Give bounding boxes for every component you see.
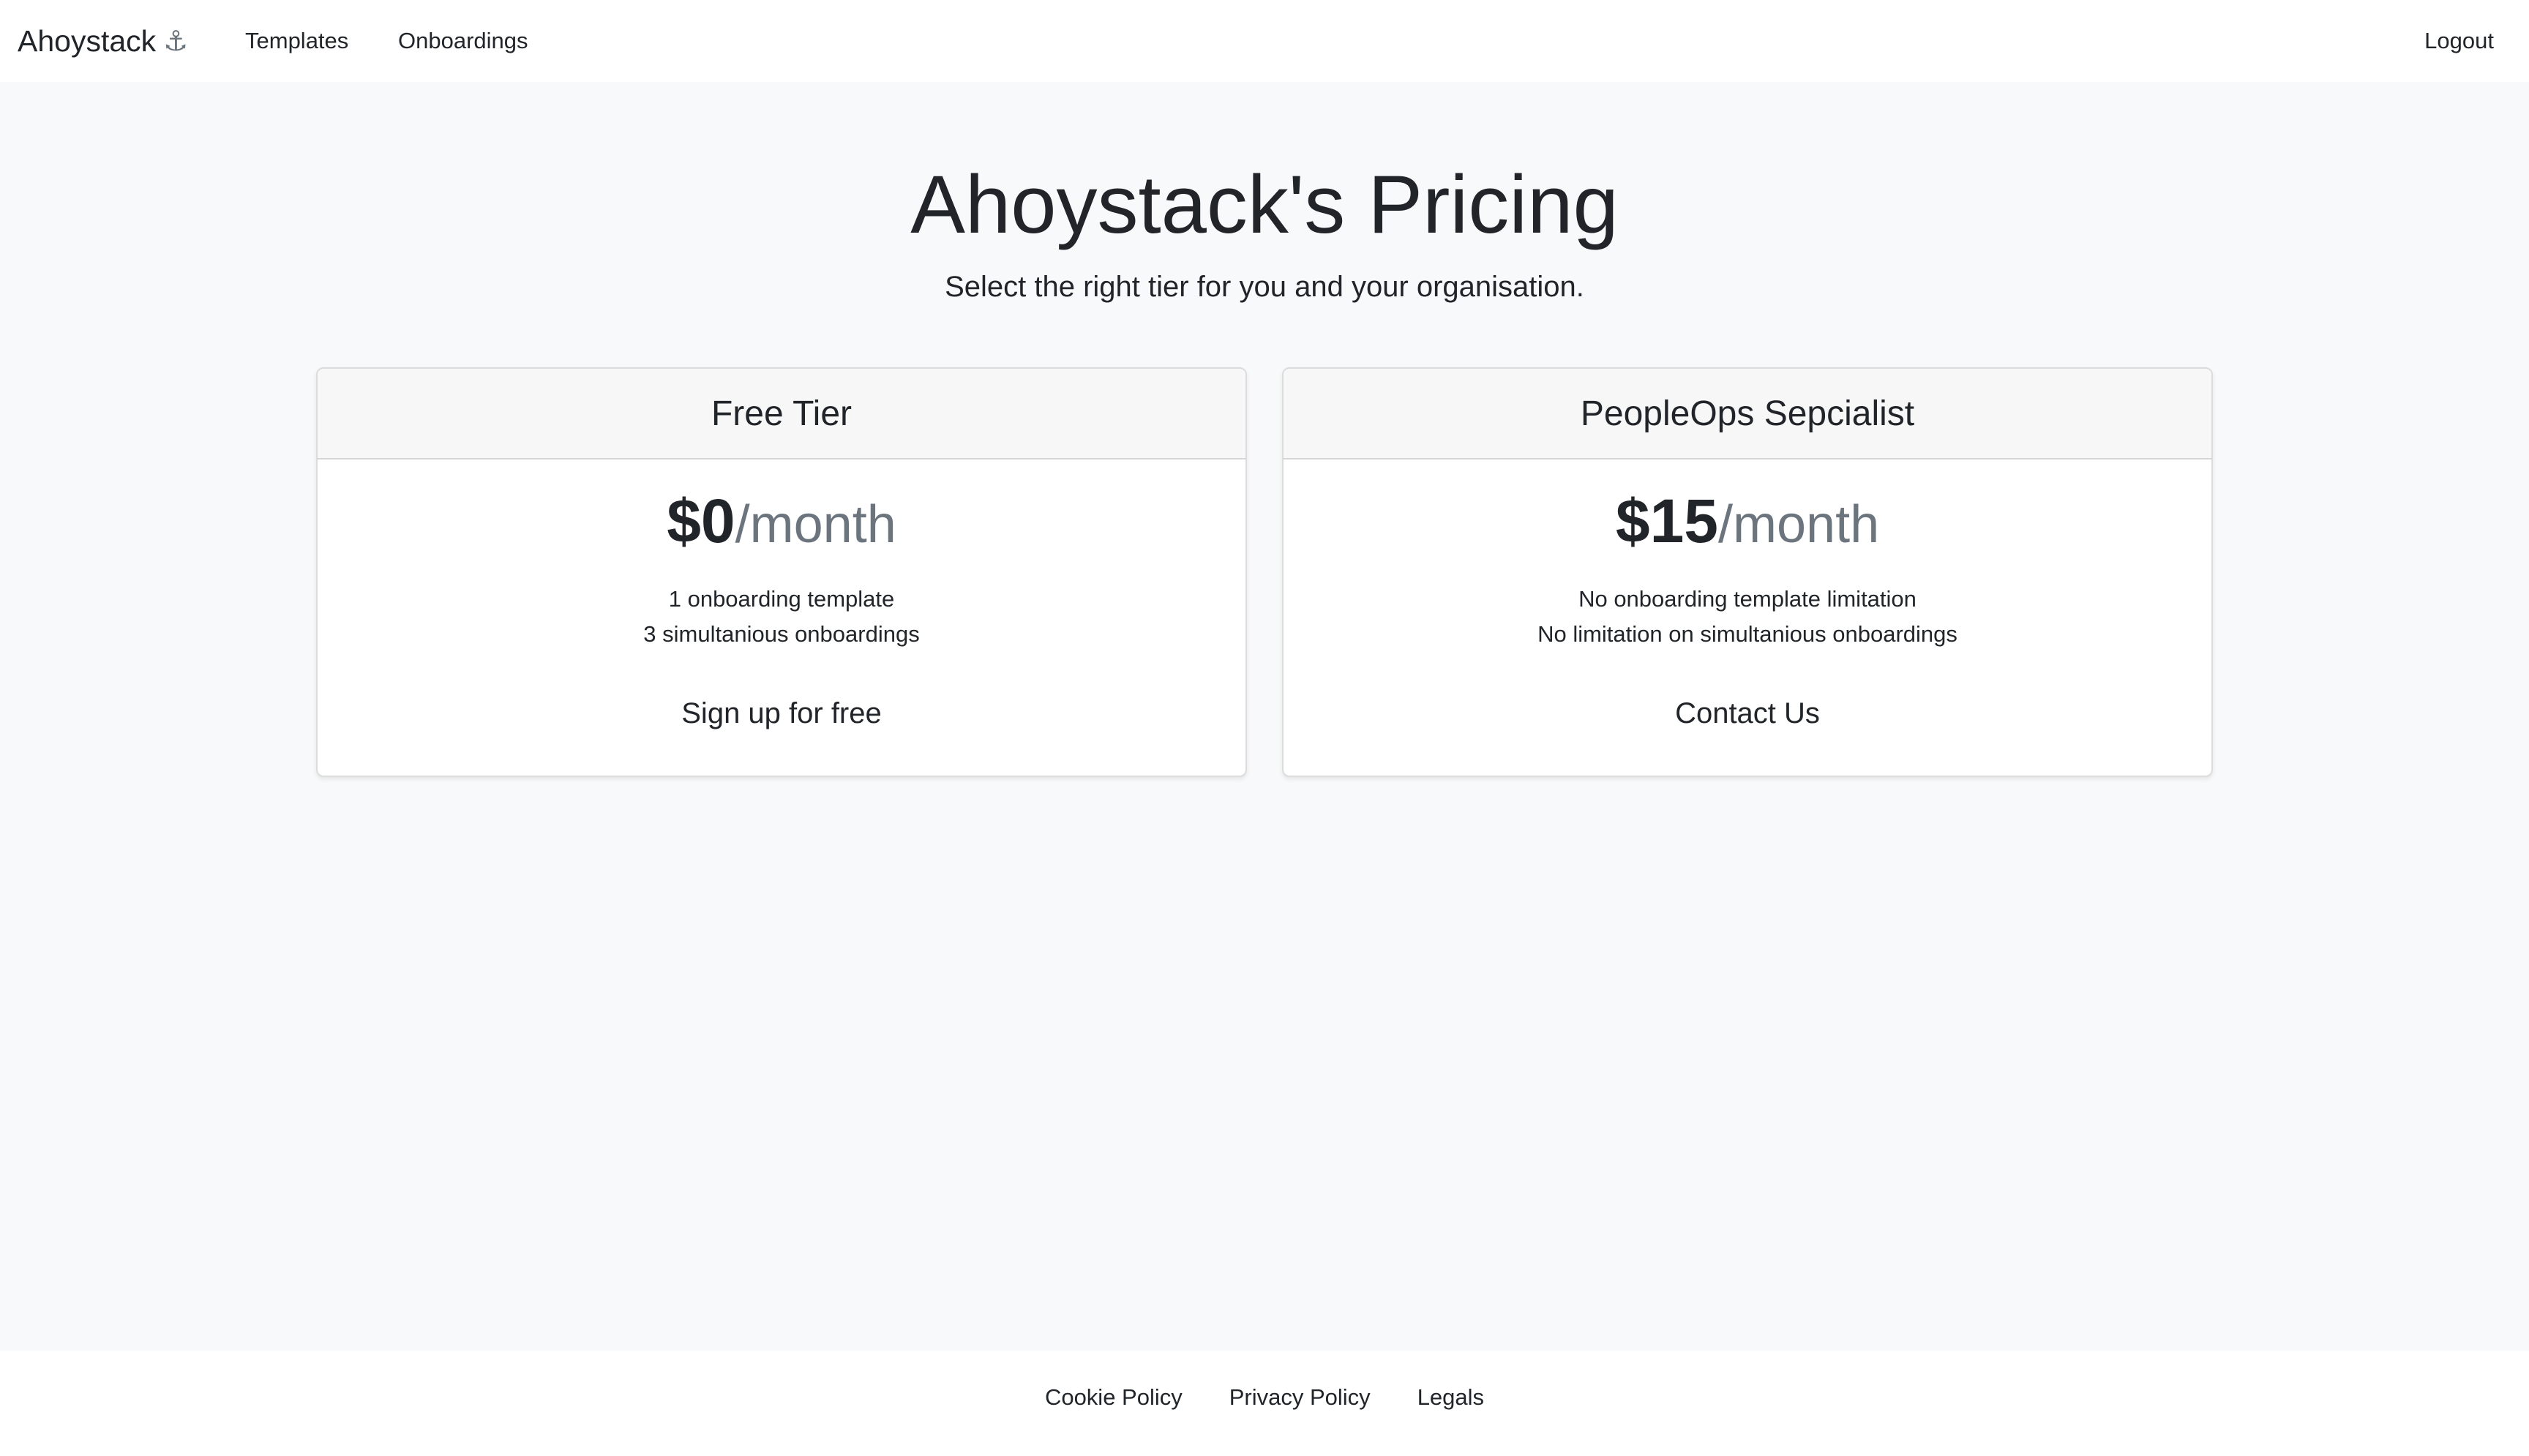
price-period: /month [1718,495,1880,554]
feature-list: 1 onboarding template 3 simultanious onb… [318,582,1245,652]
nav-templates-link[interactable]: Templates [245,0,348,82]
anchor-icon: ⚓ [163,25,189,57]
card-body: $15/month No onboarding template limitat… [1284,459,2211,730]
page-title: Ahoystack's Pricing [910,159,1619,250]
brand-link[interactable]: Ahoystack ⚓ [18,0,188,82]
price-amount: $0 [667,487,735,555]
contact-us-button[interactable]: Contact Us [1675,697,1820,730]
feature-item: 3 simultanious onboardings [643,621,920,647]
card-header: PeopleOps Sepcialist [1284,369,2211,459]
price-period: /month [735,495,896,554]
feature-item: No limitation on simultanious onboarding… [1537,621,1957,647]
tier-name: Free Tier [711,394,853,433]
feature-list: No onboarding template limitation No lim… [1284,582,2211,652]
card-body: $0/month 1 onboarding template 3 simulta… [318,459,1245,730]
sign-up-free-button[interactable]: Sign up for free [681,697,882,730]
pricing-card-peopleops: PeopleOps Sepcialist $15/month No onboar… [1282,367,2213,777]
tier-price: $0/month [318,484,1245,561]
nav-onboardings-link[interactable]: Onboardings [398,0,528,82]
pricing-card-free: Free Tier $0/month 1 onboarding template… [316,367,1247,777]
navbar: Ahoystack ⚓ Templates Onboardings Logout [0,0,2529,82]
card-header: Free Tier [318,369,1245,459]
price-amount: $15 [1615,487,1719,555]
footer: Cookie Policy Privacy Policy Legals [0,1351,2529,1456]
feature-item: 1 onboarding template [668,586,895,612]
tier-name: PeopleOps Sepcialist [1580,394,1915,433]
privacy-policy-link[interactable]: Privacy Policy [1229,1384,1371,1411]
cookie-policy-link[interactable]: Cookie Policy [1045,1384,1183,1411]
tier-price: $15/month [1284,484,2211,561]
brand-name: Ahoystack [18,23,157,58]
feature-item: No onboarding template limitation [1578,586,1917,612]
legals-link[interactable]: Legals [1417,1384,1484,1411]
page-subtitle: Select the right tier for you and your o… [945,271,1584,303]
logout-link[interactable]: Logout [2424,0,2494,82]
